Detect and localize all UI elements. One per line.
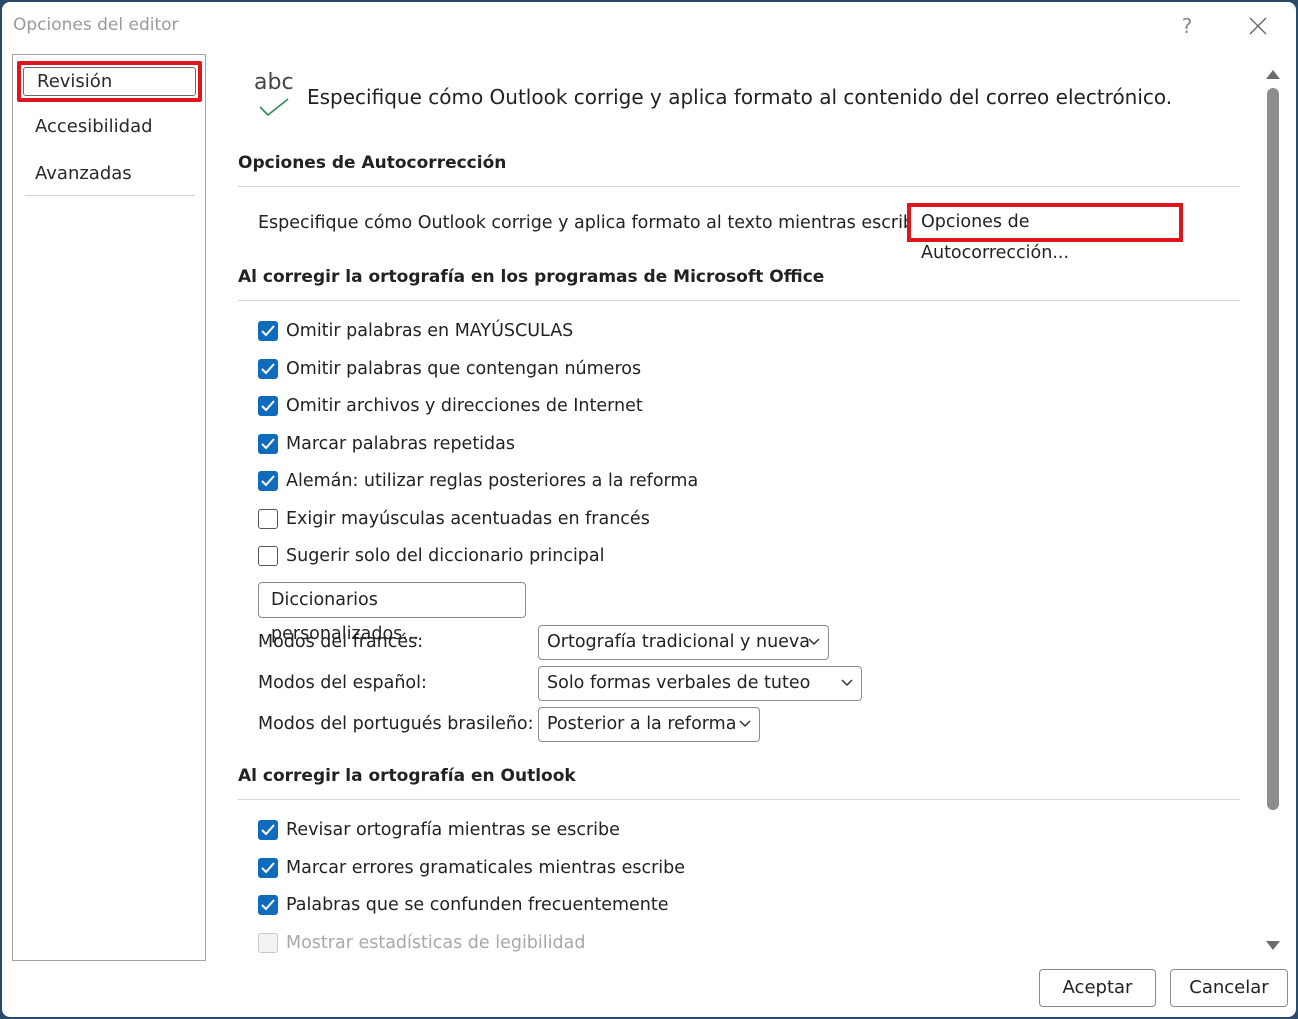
checkbox-checked-icon[interactable] [258,820,278,840]
checkbox-checked-icon[interactable] [258,359,278,379]
checkbox-label: Omitir palabras en MAYÚSCULAS [286,321,574,341]
checkbox-checked-icon[interactable] [258,396,278,416]
checkbox-label: Mostrar estadísticas de legibilidad [286,933,586,953]
autocorrect-options-button[interactable]: Opciones de Autocorrección... [907,203,1183,263]
abc-icon-text: abc [254,70,294,95]
select-value: Posterior a la reforma [547,714,737,734]
checkbox-checked-icon[interactable] [258,895,278,915]
office-spelling-section-title: Al corregir la ortografía en los program… [238,267,825,287]
checkbox-checked-icon[interactable] [258,471,278,491]
cancel-button[interactable]: Cancelar [1170,969,1288,1007]
french-modes-label: Modos del francés: [258,632,424,652]
select-value: Solo formas verbales de tuteo [547,673,811,693]
checkbox-label: Alemán: utilizar reglas posteriores a la… [286,471,699,491]
checkbox-label: Sugerir solo del diccionario principal [286,546,605,566]
close-icon [1249,17,1267,35]
sidebar-item-label: Accesibilidad [35,116,153,137]
checkbox-unchecked-icon[interactable] [258,509,278,529]
checkbox-label: Revisar ortografía mientras se escribe [286,820,620,840]
spanish-modes-select[interactable]: Solo formas verbales de tuteo [538,666,862,701]
scroll-up-arrow-icon[interactable] [1265,68,1281,80]
section-divider [238,300,1240,301]
scroll-down-arrow-icon[interactable] [1265,940,1281,952]
portuguese-modes-label: Modos del portugués brasileño: [258,714,534,734]
editor-options-dialog: Opciones del editor ? Revisión Accesibil… [2,2,1296,1017]
ok-button[interactable]: Aceptar [1039,969,1156,1007]
help-button[interactable]: ? [1172,12,1202,40]
dialog-title: Opciones del editor [13,15,179,35]
section-divider [238,799,1240,800]
checkbox-checked-icon[interactable] [258,321,278,341]
french-modes-select[interactable]: Ortografía tradicional y nueva [538,625,829,660]
scrollbar-thumb[interactable] [1267,88,1279,810]
portuguese-modes-select[interactable]: Posterior a la reforma [538,707,760,742]
spanish-modes-label: Modos del español: [258,673,427,693]
autocorrect-description: Especifique cómo Outlook corrige y aplic… [258,213,931,233]
sidebar: Revisión Accesibilidad Avanzadas [12,54,206,961]
title-bar: Opciones del editor ? [2,2,1296,50]
checkbox-disabled-icon [258,933,278,953]
checkbox-checked-icon[interactable] [258,858,278,878]
page-description: Especifique cómo Outlook corrige y aplic… [307,85,1173,109]
outlook-spelling-section-title: Al corregir la ortografía en Outlook [238,766,576,786]
chevron-down-icon [808,638,820,646]
abc-check-icon: abc [252,70,296,120]
checkbox-label: Marcar errores gramaticales mientras esc… [286,858,686,878]
checkbox-label: Exigir mayúsculas acentuadas en francés [286,509,650,529]
check-icon [259,98,289,117]
custom-dictionaries-button[interactable]: Diccionarios personalizados... [258,582,526,644]
checkbox-unchecked-icon[interactable] [258,546,278,566]
close-button[interactable] [1241,10,1275,42]
checkbox-checked-icon[interactable] [258,434,278,454]
checkbox-label: Omitir archivos y direcciones de Interne… [286,396,643,416]
sidebar-item-label: Revisión [37,71,113,92]
chevron-down-icon [841,679,853,687]
section-divider [238,186,1240,187]
sidebar-divider [25,195,195,196]
sidebar-item-revision[interactable]: Revisión [17,61,202,102]
select-value: Ortografía tradicional y nueva [547,632,811,652]
checkbox-label: Omitir palabras que contengan números [286,359,642,379]
checkbox-label: Palabras que se confunden frecuentemente [286,895,669,915]
autocorrect-section-title: Opciones de Autocorrección [238,153,507,173]
chevron-down-icon [739,720,751,728]
sidebar-item-avanzadas[interactable]: Avanzadas [25,153,195,195]
sidebar-item-label: Avanzadas [35,163,132,184]
checkbox-label: Marcar palabras repetidas [286,434,515,454]
sidebar-item-accesibilidad[interactable]: Accesibilidad [25,106,195,148]
